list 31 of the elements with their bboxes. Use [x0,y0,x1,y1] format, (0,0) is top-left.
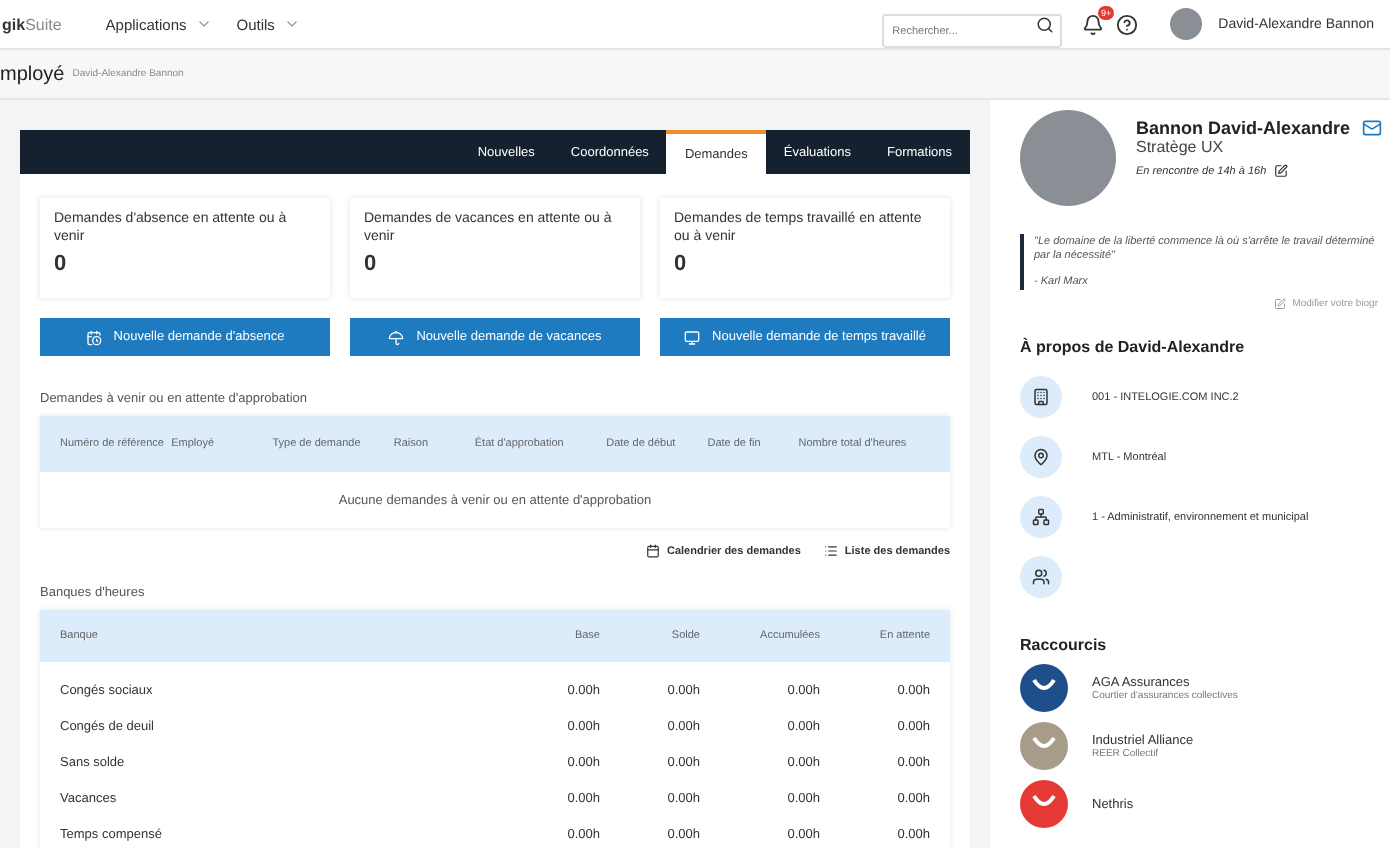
stat-value: 0 [364,252,379,277]
stat-value: 0 [674,252,689,277]
company-logo-icon [1020,780,1068,829]
monitor-icon [684,329,701,345]
section-title: Raccourcis [1020,635,1109,654]
company-logo-icon [1020,664,1068,713]
chevron-down-icon [196,16,213,32]
profile-role: Stratège UX [1136,138,1226,156]
help-icon[interactable] [1116,13,1139,35]
stat-value: 0 [54,252,69,277]
section-title: À propos de David-Alexandre [1020,337,1247,356]
company-logo-icon [1020,722,1068,771]
people-icon [1020,556,1062,599]
logo: gikSuite [2,15,62,33]
profile-name: Bannon David-Alexandre [1136,118,1351,138]
calendar-clock-icon [85,329,102,345]
umbrella-icon [388,329,405,345]
chevron-down-icon [284,16,301,32]
list-icon [824,544,839,558]
profile-photo [1020,110,1116,206]
edit-icon [1274,297,1287,310]
org-chart-icon [1020,496,1062,539]
edit-icon[interactable] [1274,164,1289,178]
page-title: mployé [0,63,65,85]
calendar-icon [646,544,661,558]
search-icon [1036,15,1055,33]
mail-icon[interactable] [1362,118,1383,138]
building-icon [1020,376,1062,419]
user-avatar [1170,8,1203,40]
bell-icon[interactable] [1082,13,1105,35]
pin-icon [1020,436,1062,479]
